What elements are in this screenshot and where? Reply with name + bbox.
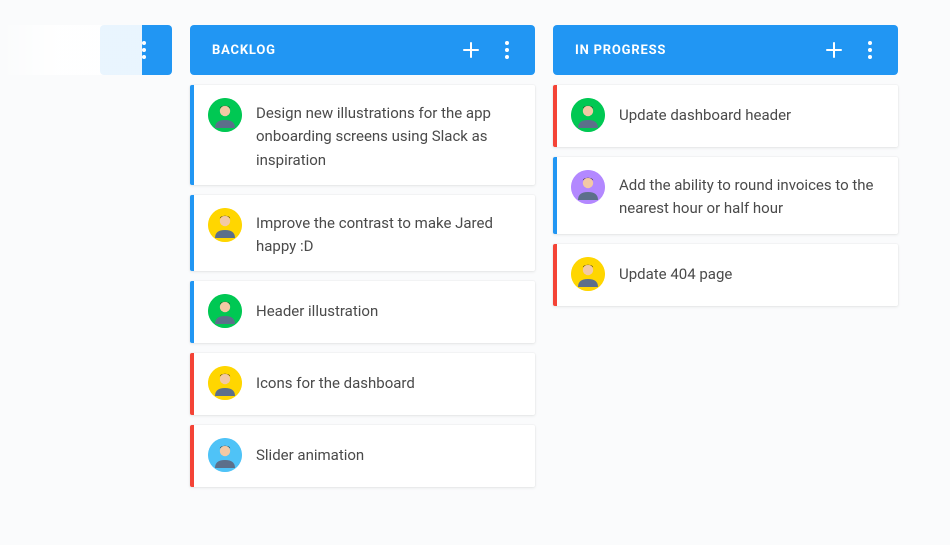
avatar <box>208 294 242 328</box>
kanban-card[interactable]: Update 404 page <box>553 244 898 306</box>
add-card-button[interactable] <box>457 36 485 64</box>
kanban-card[interactable]: Update dashboard header <box>553 85 898 147</box>
more-vertical-icon <box>868 41 872 59</box>
kanban-card[interactable]: Header illustration <box>190 281 535 343</box>
avatar <box>571 257 605 291</box>
card-text: Update dashboard header <box>619 98 791 127</box>
avatar <box>208 366 242 400</box>
kanban-card[interactable]: Slider animation <box>190 425 535 487</box>
kanban-card[interactable]: Icons for the dashboard <box>190 353 535 415</box>
avatar <box>208 98 242 132</box>
avatar <box>571 98 605 132</box>
card-text: Slider animation <box>256 438 364 467</box>
plus-icon <box>462 41 480 59</box>
card-text: Icons for the dashboard <box>256 366 415 395</box>
avatar <box>571 170 605 204</box>
kanban-card[interactable]: Improve the contrast to make Jared happy… <box>190 195 535 272</box>
kanban-card[interactable]: Design new illustrations for the app onb… <box>190 85 535 185</box>
more-vertical-icon <box>505 41 509 59</box>
column-menu-button[interactable] <box>130 36 158 64</box>
card-text: Add the ability to round invoices to the… <box>619 170 880 221</box>
column-title: BACKLOG <box>212 43 449 58</box>
add-card-button[interactable] <box>820 36 848 64</box>
column-title: IN PROGRESS <box>575 43 812 58</box>
column-menu-button[interactable] <box>856 36 884 64</box>
column-in-progress: IN PROGRESS Update dashboard header <box>553 25 898 306</box>
column-header: IN PROGRESS <box>553 25 898 75</box>
more-vertical-icon <box>142 41 146 59</box>
avatar <box>208 208 242 242</box>
column-menu-button[interactable] <box>493 36 521 64</box>
column-backlog: BACKLOG Design new illustrations for the… <box>190 25 535 487</box>
card-text: Header illustration <box>256 294 378 323</box>
plus-icon <box>825 41 843 59</box>
kanban-board: BACKLOG Design new illustrations for the… <box>0 0 950 487</box>
column-stub <box>100 25 172 75</box>
card-text: Update 404 page <box>619 257 732 286</box>
card-text: Design new illustrations for the app onb… <box>256 98 517 172</box>
card-text: Improve the contrast to make Jared happy… <box>256 208 517 259</box>
kanban-card[interactable]: Add the ability to round invoices to the… <box>553 157 898 234</box>
column-header: BACKLOG <box>190 25 535 75</box>
avatar <box>208 438 242 472</box>
